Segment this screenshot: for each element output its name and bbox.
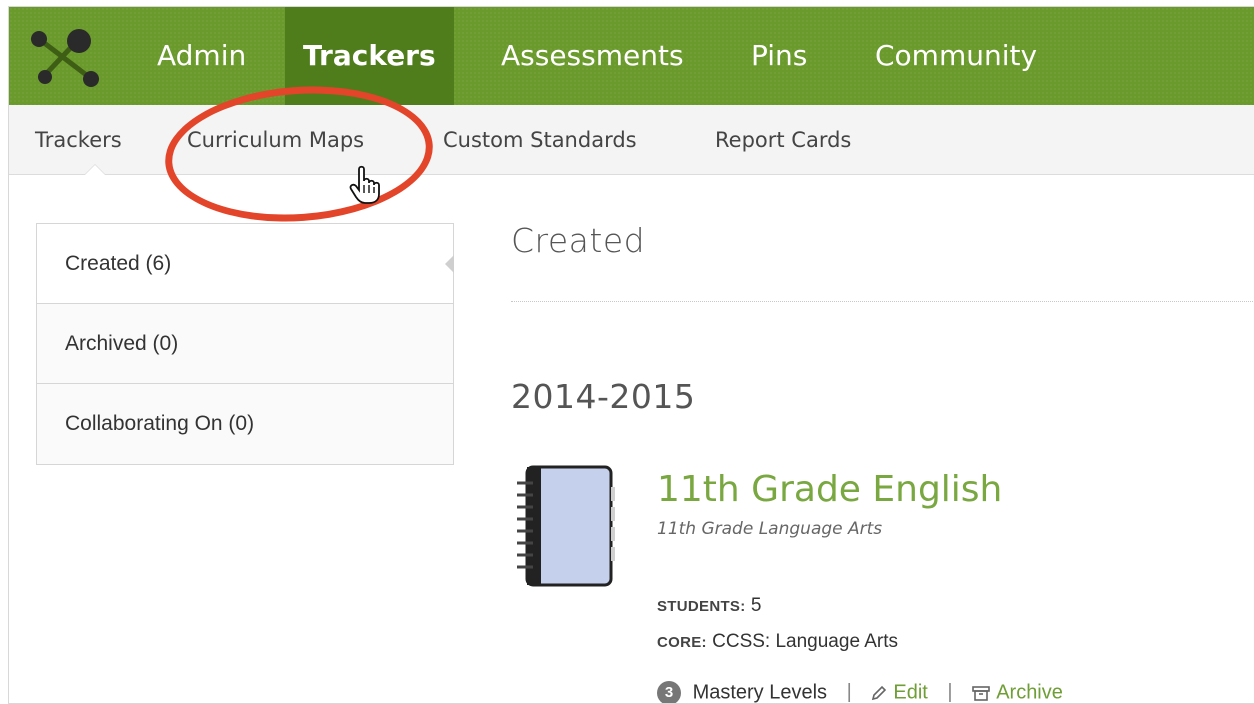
edit-link[interactable]: Edit (893, 681, 927, 703)
filter-archived[interactable]: Archived (0) (37, 304, 453, 384)
nav-community[interactable]: Community (875, 7, 1037, 105)
nav-assessments[interactable]: Assessments (501, 7, 684, 105)
filter-created[interactable]: Created (6) (37, 224, 454, 304)
tracker-title-link[interactable]: 11th Grade English (657, 469, 1002, 510)
tracker-actions: 3 Mastery Levels | Edit | Archive (657, 681, 1063, 704)
pencil-icon (872, 685, 887, 701)
filter-created-label: Created (6) (65, 252, 172, 275)
nav-pins[interactable]: Pins (751, 7, 807, 105)
top-nav: Admin Trackers Assessments Pins Communit… (9, 7, 1254, 105)
notebook-icon[interactable] (511, 465, 615, 591)
students-label: STUDENTS: (657, 598, 746, 615)
tracker-subtitle: 11th Grade Language Arts (657, 519, 883, 539)
core-value: CCSS: Language Arts (712, 631, 899, 652)
active-arrow-icon (445, 255, 454, 273)
core-line: CORE: CCSS: Language Arts (657, 631, 898, 653)
separator: | (947, 681, 953, 704)
app-frame: Admin Trackers Assessments Pins Communit… (8, 6, 1254, 704)
subnav-report-cards[interactable]: Report Cards (715, 105, 851, 175)
active-tab-caret (85, 165, 105, 175)
filter-collaborating[interactable]: Collaborating On (0) (37, 384, 453, 464)
students-value: 5 (750, 595, 762, 616)
subnav-trackers[interactable]: Trackers (35, 105, 122, 175)
students-line: STUDENTS: 5 (657, 595, 761, 617)
mastery-count-badge: 3 (657, 681, 681, 703)
nav-admin[interactable]: Admin (157, 7, 246, 105)
archive-link[interactable]: Archive (996, 681, 1063, 703)
year-heading: 2014-2015 (511, 377, 696, 416)
mastery-levels-link[interactable]: Mastery Levels (693, 681, 828, 703)
separator: | (846, 681, 852, 704)
network-dots-logo-icon[interactable] (27, 27, 107, 89)
tracker-filter-list: Created (6) Archived (0) Collaborating O… (36, 223, 454, 465)
filter-collaborating-label: Collaborating On (0) (65, 412, 255, 435)
archive-box-icon (972, 686, 990, 701)
section-divider (511, 301, 1254, 302)
subnav-custom-standards[interactable]: Custom Standards (443, 105, 637, 175)
section-title: Created (511, 221, 646, 260)
core-label: CORE: (657, 634, 707, 651)
filter-archived-label: Archived (0) (65, 332, 179, 355)
hand-pointer-cursor-icon (349, 165, 380, 204)
